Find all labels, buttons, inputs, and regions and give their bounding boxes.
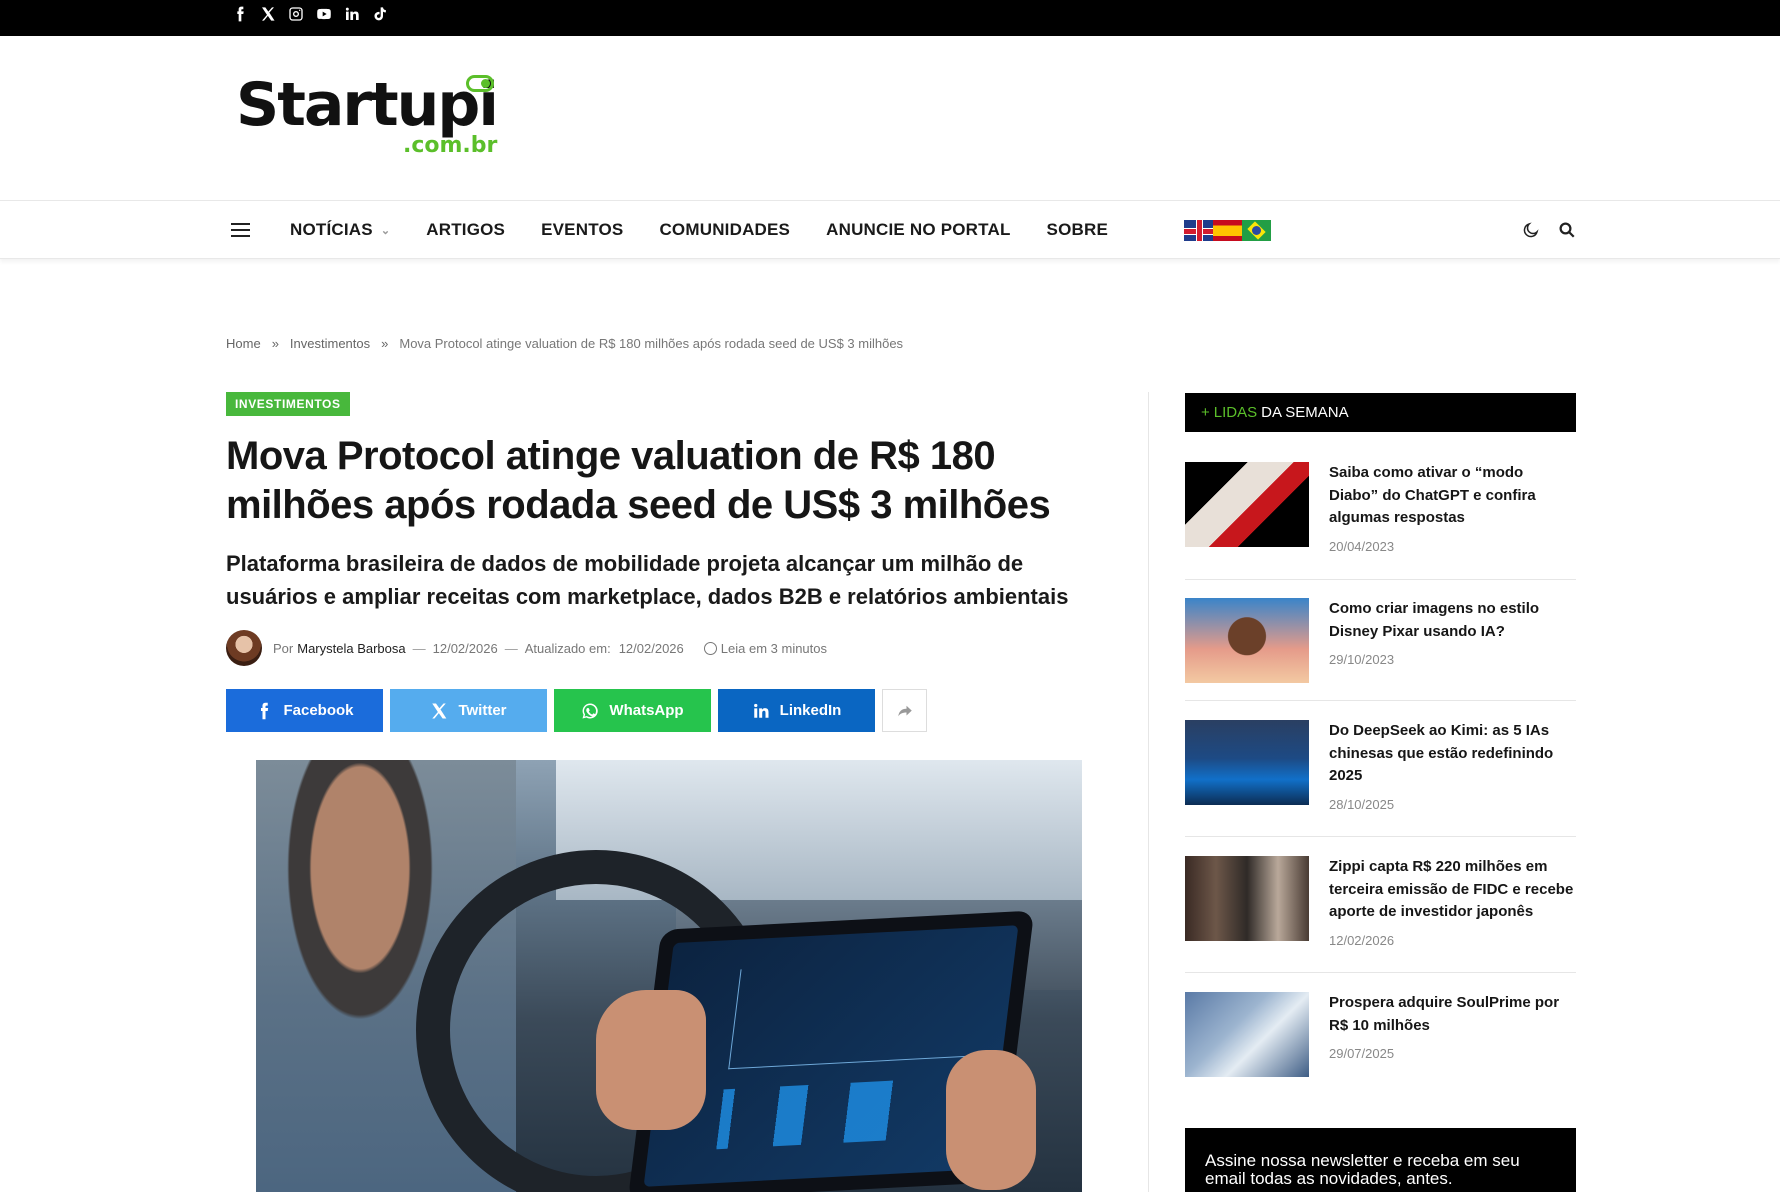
search-icon[interactable] xyxy=(1558,221,1576,244)
hamburger-menu-icon[interactable] xyxy=(231,223,250,237)
meta-separator: — xyxy=(504,640,518,656)
author-avatar[interactable] xyxy=(226,630,262,666)
by-label: Por xyxy=(273,640,294,656)
facebook-icon xyxy=(261,702,269,719)
nav-menu: NOTÍCIAS ⌄ ARTIGOS EVENTOS COMUNIDADES A… xyxy=(290,201,1144,259)
sidebar-heading: + LIDAS DA SEMANA xyxy=(1185,393,1576,432)
top-bar xyxy=(0,0,1780,36)
post-divider xyxy=(1185,579,1576,580)
x-icon[interactable] xyxy=(259,5,277,23)
author-name[interactable]: Marystela Barbosa xyxy=(297,641,405,656)
post-thumbnail[interactable] xyxy=(1185,720,1309,805)
site-header: Startupi .com.br xyxy=(0,36,1780,200)
nav-item-artigos[interactable]: ARTIGOS xyxy=(426,220,505,240)
breadcrumb-category[interactable]: Investimentos xyxy=(290,336,370,351)
site-logo[interactable]: Startupi .com.br xyxy=(236,70,499,158)
sidebar-post[interactable]: Do DeepSeek ao Kimi: as 5 IAs chinesas q… xyxy=(1185,720,1576,812)
post-thumbnail[interactable] xyxy=(1185,856,1309,941)
image-right-hand xyxy=(946,1050,1036,1190)
post-thumbnail[interactable] xyxy=(1185,992,1309,1077)
logo-toggle-mark xyxy=(466,75,494,92)
post-divider xyxy=(1185,836,1576,837)
post-title[interactable]: Como criar imagens no estilo Disney Pixa… xyxy=(1329,598,1576,643)
publish-date: 12/02/2026 xyxy=(432,640,498,656)
article-title: Mova Protocol atinge valuation de R$ 180… xyxy=(226,434,1051,527)
post-date: 28/10/2025 xyxy=(1329,796,1395,812)
sidebar-post[interactable]: Saiba como ativar o “modo Diabo” do Chat… xyxy=(1185,462,1576,554)
youtube-icon[interactable] xyxy=(315,5,333,23)
breadcrumb-separator: » xyxy=(271,336,279,351)
sidebar-post[interactable]: Zippi capta R$ 220 milhões em terceira e… xyxy=(1185,856,1576,948)
sidebar-post[interactable]: Como criar imagens no estilo Disney Pixa… xyxy=(1185,598,1576,683)
linkedin-icon[interactable] xyxy=(343,5,361,23)
sidebar-post[interactable]: Prospera adquire SoulPrime por R$ 10 mil… xyxy=(1185,992,1576,1077)
share-facebook-button[interactable]: Facebook xyxy=(226,689,383,732)
post-title[interactable]: Prospera adquire SoulPrime por R$ 10 mil… xyxy=(1329,992,1576,1037)
breadcrumb-home[interactable]: Home xyxy=(226,336,261,351)
post-title[interactable]: Zippi capta R$ 220 milhões em terceira e… xyxy=(1329,856,1576,924)
share-arrow-icon xyxy=(897,705,912,716)
language-switcher xyxy=(1184,220,1271,241)
image-screen-bars xyxy=(688,1076,978,1151)
tiktok-icon[interactable] xyxy=(371,5,389,23)
image-left-hand xyxy=(596,990,706,1130)
share-twitter-button[interactable]: Twitter xyxy=(390,689,547,732)
nav-item-noticias[interactable]: NOTÍCIAS ⌄ xyxy=(290,220,390,240)
facebook-icon[interactable] xyxy=(231,5,249,23)
dark-mode-icon[interactable] xyxy=(1522,221,1540,244)
social-links xyxy=(231,5,389,23)
post-date: 29/07/2025 xyxy=(1329,1046,1395,1061)
main-nav: NOTÍCIAS ⌄ ARTIGOS EVENTOS COMUNIDADES A… xyxy=(0,200,1780,259)
logo-wordmark: Startupi xyxy=(236,70,499,140)
post-thumbnail[interactable] xyxy=(1185,598,1309,683)
content-divider xyxy=(1148,392,1149,1192)
whatsapp-icon xyxy=(582,702,599,718)
meta-separator: — xyxy=(412,640,426,656)
chevron-down-icon: ⌄ xyxy=(380,224,391,237)
category-badge[interactable]: INVESTIMENTOS xyxy=(226,392,350,416)
x-icon xyxy=(432,703,447,718)
article-meta: Por Marystela Barbosa — 12/02/2026 — Atu… xyxy=(226,630,827,666)
instagram-icon[interactable] xyxy=(287,5,305,23)
article-subtitle: Plataforma brasileira de dados de mobili… xyxy=(226,551,1069,609)
breadcrumb-current: Mova Protocol atinge valuation de R$ 180… xyxy=(399,336,904,351)
share-linkedin-button[interactable]: LinkedIn xyxy=(718,689,875,732)
breadcrumb-separator: » xyxy=(381,336,389,351)
image-screen-chart xyxy=(728,955,1003,1070)
nav-item-sobre[interactable]: SOBRE xyxy=(1047,220,1108,240)
share-more-button[interactable] xyxy=(882,689,927,732)
post-title[interactable]: Saiba como ativar o “modo Diabo” do Chat… xyxy=(1329,462,1576,530)
nav-item-anuncie[interactable]: ANUNCIE NO PORTAL xyxy=(826,220,1010,240)
updated-label: Atualizado em: xyxy=(524,640,611,656)
nav-item-comunidades[interactable]: COMUNIDADES xyxy=(659,220,790,240)
nav-tools xyxy=(1522,221,1576,244)
breadcrumb: Home » Investimentos » Mova Protocol ati… xyxy=(226,336,903,351)
article-featured-image xyxy=(256,760,1082,1192)
logo-domain: .com.br xyxy=(403,133,498,158)
post-date: 12/02/2026 xyxy=(1329,932,1395,948)
post-date: 20/04/2023 xyxy=(1329,538,1395,554)
linkedin-icon xyxy=(753,703,769,718)
read-time: Leia em 3 minutos xyxy=(720,640,828,656)
post-thumbnail[interactable] xyxy=(1185,462,1309,547)
clock-icon xyxy=(703,641,717,655)
newsletter-box: Assine nossa newsletter e receba em seu … xyxy=(1185,1128,1576,1192)
post-divider xyxy=(1185,700,1576,701)
share-whatsapp-button[interactable]: WhatsApp xyxy=(554,689,711,732)
post-date: 29/10/2023 xyxy=(1329,652,1395,667)
post-title[interactable]: Do DeepSeek ao Kimi: as 5 IAs chinesas q… xyxy=(1329,720,1576,788)
spain-flag-icon[interactable] xyxy=(1213,220,1242,241)
uk-flag-icon[interactable] xyxy=(1184,220,1213,241)
nav-item-eventos[interactable]: EVENTOS xyxy=(541,220,623,240)
brazil-flag-icon[interactable] xyxy=(1242,220,1271,241)
updated-date: 12/02/2026 xyxy=(618,640,684,656)
share-buttons: Facebook Twitter WhatsApp LinkedIn xyxy=(226,689,927,732)
post-divider xyxy=(1185,972,1576,973)
